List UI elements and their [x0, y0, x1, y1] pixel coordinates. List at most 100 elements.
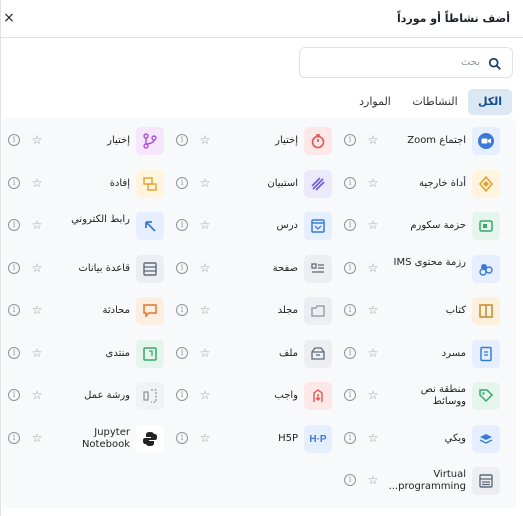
info-icon[interactable]: i: [344, 304, 356, 316]
star-icon[interactable]: ☆: [366, 303, 380, 317]
info-icon[interactable]: i: [176, 219, 188, 231]
info-icon[interactable]: i: [344, 134, 356, 146]
database-icon: [136, 255, 164, 283]
info-icon[interactable]: i: [344, 347, 356, 359]
activity-label: مسرد: [441, 348, 466, 359]
activity-label: رزمة محتوى IMS: [393, 257, 467, 268]
close-icon[interactable]: ×: [2, 9, 16, 27]
activity-label: إفادة: [109, 178, 130, 189]
tab-all[interactable]: الكل: [468, 89, 512, 115]
dialog-title: أضف نشاطاً أو مورداً: [397, 12, 510, 25]
info-icon[interactable]: i: [8, 389, 20, 401]
info-icon[interactable]: i: [176, 177, 188, 189]
star-icon[interactable]: ☆: [198, 346, 212, 360]
star-icon[interactable]: ☆: [366, 218, 380, 232]
star-icon[interactable]: ☆: [198, 176, 212, 190]
info-icon[interactable]: i: [8, 219, 20, 231]
star-icon[interactable]: ☆: [366, 431, 380, 445]
info-icon[interactable]: i: [344, 474, 356, 486]
activity-item[interactable]: حزمة سكورم ☆ i: [334, 208, 502, 248]
workshop-icon: [136, 382, 164, 410]
activity-item[interactable]: مسرد ☆ i: [334, 336, 502, 376]
activity-item[interactable]: ورشة عمل ☆ i: [0, 378, 166, 418]
activity-label: قاعدة بيانات: [78, 263, 130, 274]
star-icon[interactable]: ☆: [366, 346, 380, 360]
star-icon[interactable]: ☆: [30, 431, 44, 445]
info-icon[interactable]: i: [344, 177, 356, 189]
star-icon[interactable]: ☆: [198, 133, 212, 147]
activity-item[interactable]: صفحة ☆ i: [166, 251, 334, 291]
tab-resources[interactable]: الموارد: [350, 89, 400, 115]
survey-icon: [304, 170, 332, 198]
python-icon: [136, 425, 164, 453]
book-icon: [472, 297, 500, 325]
activity-label: ويكي: [444, 433, 466, 444]
star-icon[interactable]: ☆: [30, 303, 44, 317]
star-icon[interactable]: ☆: [30, 133, 44, 147]
activity-item[interactable]: إختيار ☆ i: [166, 123, 334, 163]
activity-item[interactable]: إختيار ☆ i: [0, 123, 166, 163]
info-icon[interactable]: i: [176, 134, 188, 146]
activity-label: استبيان: [267, 178, 298, 189]
info-icon[interactable]: i: [8, 134, 20, 146]
star-icon[interactable]: ☆: [198, 303, 212, 317]
star-icon[interactable]: ☆: [198, 431, 212, 445]
star-icon[interactable]: ☆: [30, 346, 44, 360]
info-icon[interactable]: i: [344, 432, 356, 444]
info-icon[interactable]: i: [8, 432, 20, 444]
activity-item[interactable]: قاعدة بيانات ☆ i: [0, 251, 166, 291]
star-icon[interactable]: ☆: [366, 133, 380, 147]
activity-item[interactable]: منطقة نص ووسائط ☆ i: [334, 378, 502, 418]
activity-label: H5P: [278, 433, 298, 444]
activity-item[interactable]: Virtual programming... ☆ i: [334, 463, 502, 503]
info-icon[interactable]: i: [176, 347, 188, 359]
activity-item[interactable]: رزمة محتوى IMS ☆ i: [334, 251, 502, 291]
activity-item[interactable]: ملف ☆ i: [166, 336, 334, 376]
activity-item[interactable]: استبيان ☆ i: [166, 166, 334, 206]
activity-item[interactable]: ويكي ☆ i: [334, 421, 502, 461]
star-icon[interactable]: ☆: [30, 176, 44, 190]
branch-icon: [136, 127, 164, 155]
info-icon[interactable]: i: [8, 304, 20, 316]
activity-label: Jupyter Notebook: [81, 427, 130, 450]
star-icon[interactable]: ☆: [30, 218, 44, 232]
activity-item[interactable]: واجب ☆ i: [166, 378, 334, 418]
star-icon[interactable]: ☆: [198, 388, 212, 402]
activity-item[interactable]: كتاب ☆ i: [334, 293, 502, 333]
info-icon[interactable]: i: [344, 389, 356, 401]
info-icon[interactable]: i: [176, 304, 188, 316]
info-icon[interactable]: i: [8, 347, 20, 359]
star-icon[interactable]: ☆: [366, 176, 380, 190]
info-icon[interactable]: i: [176, 389, 188, 401]
search-input[interactable]: بحث: [299, 47, 513, 78]
info-icon[interactable]: i: [344, 262, 356, 274]
activity-item[interactable]: درس ☆ i: [166, 208, 334, 248]
star-icon[interactable]: ☆: [30, 388, 44, 402]
activity-item[interactable]: مجلد ☆ i: [166, 293, 334, 333]
star-icon[interactable]: ☆: [366, 473, 380, 487]
folder-icon: [304, 297, 332, 325]
star-icon[interactable]: ☆: [366, 388, 380, 402]
activity-item[interactable]: أداة خارجية ☆ i: [334, 166, 502, 206]
star-icon[interactable]: ☆: [366, 261, 380, 275]
star-icon[interactable]: ☆: [30, 261, 44, 275]
activity-item[interactable]: اجتماع Zoom ☆ i: [334, 123, 502, 163]
activity-item[interactable]: منتدى ☆ i: [0, 336, 166, 376]
wiki-icon: [472, 425, 500, 453]
star-icon[interactable]: ☆: [198, 218, 212, 232]
activity-item[interactable]: إفادة ☆ i: [0, 166, 166, 206]
star-icon[interactable]: ☆: [198, 261, 212, 275]
info-icon[interactable]: i: [344, 219, 356, 231]
activity-item[interactable]: H·P H5P ☆ i: [166, 421, 334, 461]
activity-label: حزمة سكورم: [410, 220, 466, 231]
activity-item[interactable]: محادثة ☆ i: [0, 293, 166, 333]
info-icon[interactable]: i: [176, 432, 188, 444]
activity-label: كتاب: [445, 305, 466, 316]
info-icon[interactable]: i: [176, 262, 188, 274]
activity-label: درس: [276, 220, 299, 231]
tab-activities[interactable]: النشاطات: [405, 89, 465, 115]
info-icon[interactable]: i: [8, 262, 20, 274]
info-icon[interactable]: i: [8, 177, 20, 189]
activity-item[interactable]: Jupyter Notebook ☆ i: [0, 421, 166, 461]
activity-item[interactable]: رابط الكتروني ☆ i: [0, 208, 166, 248]
